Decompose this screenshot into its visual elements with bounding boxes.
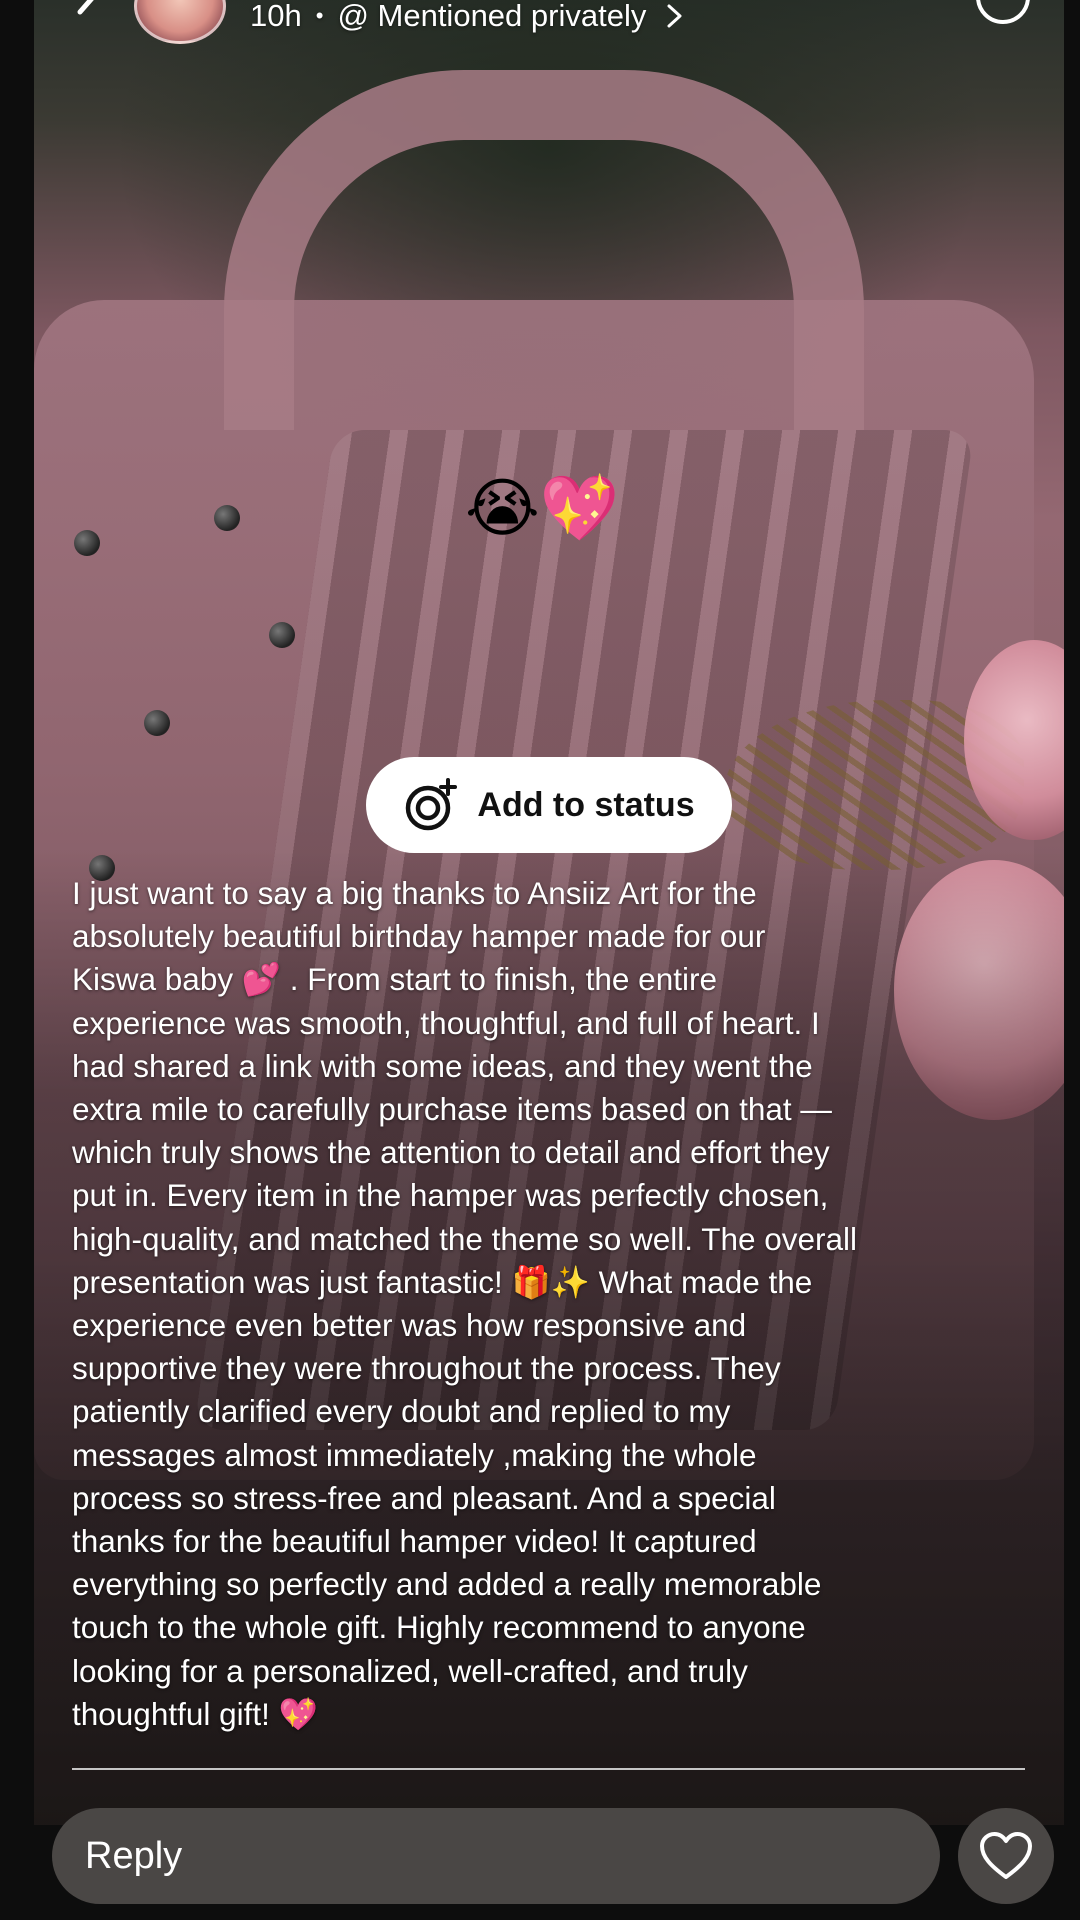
caption-line: looking for a personalized, well-crafted… [72,1652,748,1689]
heart-icon [980,1832,1032,1879]
story-header: 10h • @ Mentioned privately [0,0,1080,60]
caption-line: I just want to say a big thanks to Ansii… [72,875,757,911]
caption-line: messages almost immediately ,making the … [72,1436,757,1473]
separator: • [315,3,324,28]
caption-line: supportive they were throughout the proc… [72,1350,781,1387]
story-meta[interactable]: 10h • @ Mentioned privately [250,0,684,36]
add-to-status-button[interactable]: Add to status [366,757,732,853]
like-button[interactable] [958,1808,1054,1904]
chevron-left-icon[interactable] [68,0,108,34]
caption-line: thoughtful gift! 💖 [72,1695,318,1732]
caption-line: experience even better was how responsiv… [72,1307,747,1344]
divider [72,1768,1025,1770]
camera-plus-icon [406,778,458,831]
caption-line: had shared a link with some ideas, and t… [72,1047,813,1084]
caption-line: everything so perfectly and added a real… [72,1566,822,1603]
story-caption: I just want to say a big thanks to Ansii… [72,872,1032,1736]
caption-line: absolutely beautiful birthday hamper mad… [72,918,766,955]
caption-line: experience was smooth, thoughtful, and f… [72,1004,820,1041]
more-icon[interactable] [976,0,1030,24]
caption-line: process so stress-free and pleasant. And… [72,1479,776,1516]
reply-input[interactable]: Reply [52,1808,940,1904]
avatar[interactable] [134,0,226,44]
time-ago: 10h [250,0,302,33]
caption-line: thanks for the beautiful hamper video! I… [72,1523,757,1560]
caption-line: patiently clarified every doubt and repl… [72,1393,731,1430]
caption-line: presentation was just fantastic! 🎁✨ What… [72,1263,813,1300]
add-to-status-label: Add to status [477,785,695,824]
caption-line: high-quality, and matched the theme so w… [72,1220,858,1257]
status-viewer: 10h • @ Mentioned privately 😭💖 Add to st… [0,0,1080,1920]
mention-label: @ Mentioned privately [337,0,647,33]
chevron-right-icon [667,4,682,28]
caption-line: which truly shows the attention to detai… [72,1134,830,1171]
caption-line: touch to the whole gift. Highly recommen… [72,1609,806,1646]
caption-line: extra mile to carefully purchase items b… [72,1091,832,1128]
caption-line: Kiswa baby 💕 . From start to finish, the… [72,961,717,998]
emoji-sticker: 😭💖 [465,472,620,544]
caption-line: put in. Every item in the hamper was per… [72,1177,829,1214]
